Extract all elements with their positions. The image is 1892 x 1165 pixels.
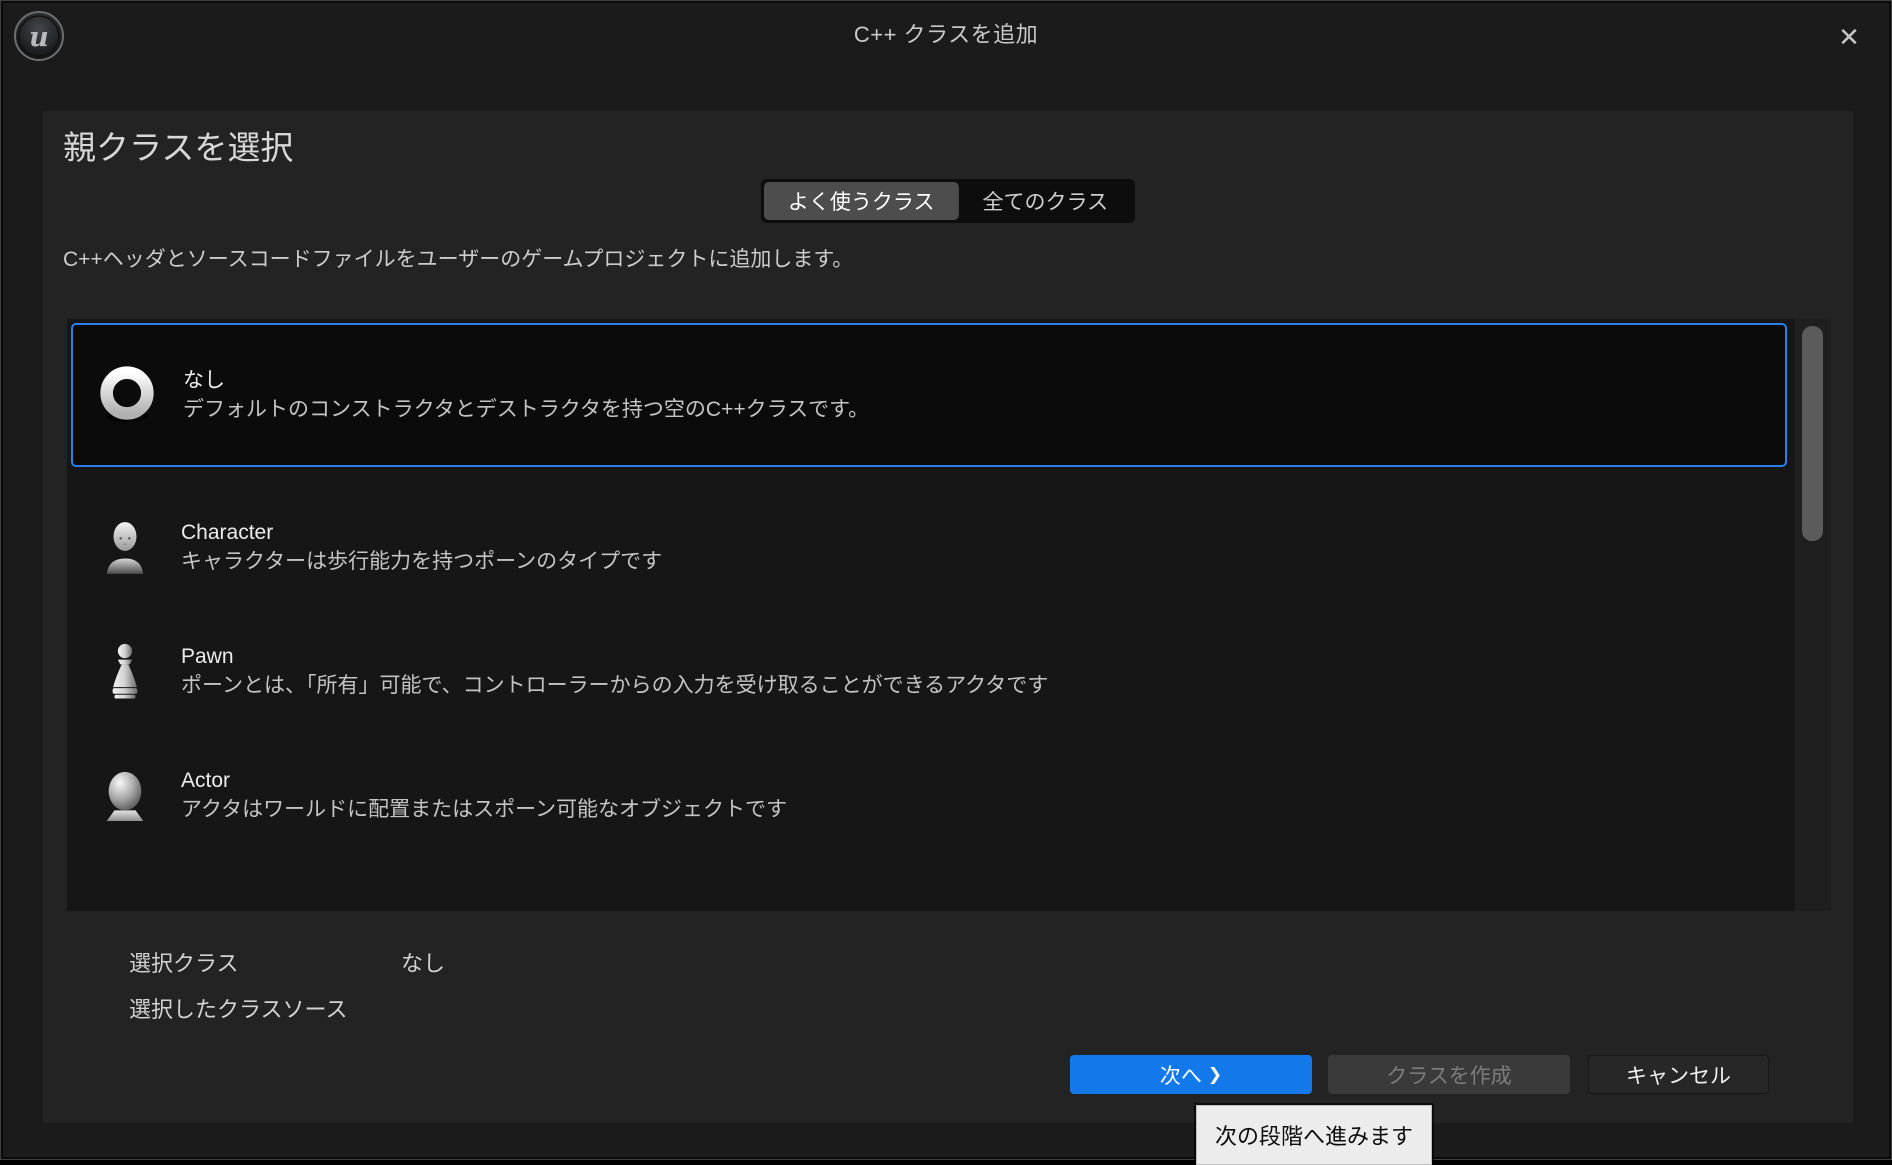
main-panel: 親クラスを選択 よく使うクラス 全てのクラス C++ヘッダとソースコードファイル… xyxy=(43,111,1853,1123)
cancel-button-label: キャンセル xyxy=(1626,1064,1731,1088)
selected-class-row: 選択クラス なし xyxy=(129,939,445,985)
class-description: デフォルトのコンストラクタとデストラクタを持つ空のC++クラスです。 xyxy=(183,398,870,421)
dialog-title: C++ クラスを追加 xyxy=(853,22,1039,47)
class-description: ポーンとは、「所有」可能で、コントローラーからの入力を受け取ることができるアクタ… xyxy=(181,674,1049,697)
selection-summary: 選択クラス なし 選択したクラスソース xyxy=(129,939,445,1031)
cancel-button[interactable]: キャンセル xyxy=(1588,1055,1769,1094)
next-button[interactable]: 次へ ❯ xyxy=(1070,1055,1312,1094)
class-name: Character xyxy=(181,521,274,544)
create-class-button: クラスを作成 xyxy=(1328,1055,1570,1094)
list-item-text: Pawn ポーンとは、「所有」可能で、コントローラーからの入力を受け取ることがで… xyxy=(181,642,1048,700)
dialog-description: C++ヘッダとソースコードファイルをユーザーのゲームプロジェクトに追加します。 xyxy=(63,248,854,271)
list-item-text: Character キャラクターは歩行能力を持つポーンのタイプです xyxy=(181,518,662,576)
character-icon xyxy=(93,520,157,574)
create-class-button-label: クラスを作成 xyxy=(1386,1064,1512,1088)
list-item-pawn[interactable]: Pawn ポーンとは、「所有」可能で、コントローラーからの入力を受け取ることがで… xyxy=(71,625,1787,717)
class-name: Pawn xyxy=(181,645,234,668)
tab-all-classes[interactable]: 全てのクラス xyxy=(959,182,1133,220)
list-item-none[interactable]: なし デフォルトのコンストラクタとデストラクタを持つ空のC++クラスです。 xyxy=(71,323,1787,467)
class-description: キャラクターは歩行能力を持つポーンのタイプです xyxy=(181,550,663,573)
close-icon[interactable]: ✕ xyxy=(1833,21,1865,53)
empty-class-ring-icon xyxy=(95,364,159,426)
list-item-actor[interactable]: Actor アクタはワールドに配置またはスポーン可能なオブジェクトです xyxy=(71,749,1787,841)
class-name: なし xyxy=(183,369,225,392)
title-bar: u C++ クラスを追加 ✕ xyxy=(1,1,1891,73)
class-filter-tabs: よく使うクラス 全てのクラス xyxy=(760,179,1136,223)
next-button-label: 次へ xyxy=(1159,1064,1202,1088)
class-description: アクタはワールドに配置またはスポーン可能なオブジェクトです xyxy=(181,798,788,821)
list-item-text: Actor アクタはワールドに配置またはスポーン可能なオブジェクトです xyxy=(181,766,787,824)
actor-icon xyxy=(93,767,157,823)
selected-source-row: 選択したクラスソース xyxy=(129,985,445,1031)
class-name: Actor xyxy=(181,769,231,792)
pawn-icon xyxy=(93,642,157,700)
page-title: 親クラスを選択 xyxy=(63,129,294,166)
next-button-tooltip: 次の段階へ進みます xyxy=(1196,1105,1433,1165)
selected-class-label: 選択クラス xyxy=(129,951,239,976)
list-item-character[interactable]: Character キャラクターは歩行能力を持つポーンのタイプです xyxy=(71,501,1787,593)
scrollbar-thumb[interactable] xyxy=(1802,326,1823,541)
parent-class-list: なし デフォルトのコンストラクタとデストラクタを持つ空のC++クラスです。 Ch… xyxy=(67,319,1831,911)
tab-common-classes[interactable]: よく使うクラス xyxy=(763,182,959,220)
selected-source-label: 選択したクラスソース xyxy=(129,997,348,1022)
list-item-text: なし デフォルトのコンストラクタとデストラクタを持つ空のC++クラスです。 xyxy=(183,366,869,424)
selected-class-value: なし xyxy=(401,951,446,976)
chevron-right-icon: ❯ xyxy=(1207,1064,1223,1084)
add-cpp-class-dialog: u C++ クラスを追加 ✕ 親クラスを選択 よく使うクラス 全てのクラス C+… xyxy=(0,0,1892,1165)
scrollbar-track[interactable] xyxy=(1795,319,1831,911)
